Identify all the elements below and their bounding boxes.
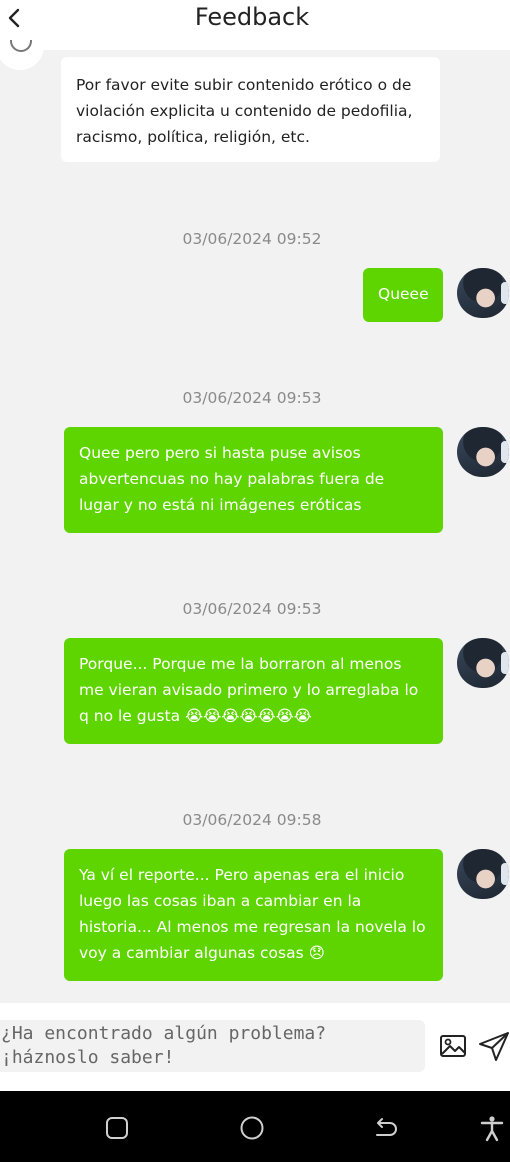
accessibility-icon[interactable] <box>477 1113 507 1143</box>
feedback-input[interactable] <box>0 1020 425 1072</box>
message-bubble: Queee <box>363 268 443 322</box>
message-timestamp: 03/06/2024 09:53 <box>182 389 322 407</box>
page-title: Feedback <box>194 3 310 31</box>
user-avatar <box>457 638 509 688</box>
system-message-bubble: Por favor evite subir contenido erótico … <box>61 57 440 162</box>
message-bubble: Ya ví el reporte... Pero apenas era el i… <box>64 849 443 981</box>
message-bubble: Quee pero pero si hasta puse avisos abve… <box>64 427 443 533</box>
home-circle-icon[interactable] <box>237 1113 267 1143</box>
message-timestamp: 03/06/2024 09:58 <box>182 811 322 829</box>
message-timestamp: 03/06/2024 09:53 <box>182 600 322 618</box>
image-icon[interactable] <box>436 1029 470 1063</box>
message-composer <box>0 1003 510 1091</box>
support-avatar <box>0 36 44 70</box>
user-avatar <box>457 427 509 477</box>
user-avatar <box>457 849 509 899</box>
user-avatar <box>457 268 509 318</box>
message-timestamp: 03/06/2024 09:52 <box>182 230 322 248</box>
recents-square-icon[interactable] <box>102 1113 132 1143</box>
system-navigation-bar <box>0 1091 510 1162</box>
app-header: Feedback <box>0 0 510 50</box>
send-icon[interactable] <box>477 1029 510 1063</box>
message-bubble: Porque... Porque me la borraron al menos… <box>64 638 443 744</box>
back-arrow-icon[interactable] <box>371 1113 401 1143</box>
